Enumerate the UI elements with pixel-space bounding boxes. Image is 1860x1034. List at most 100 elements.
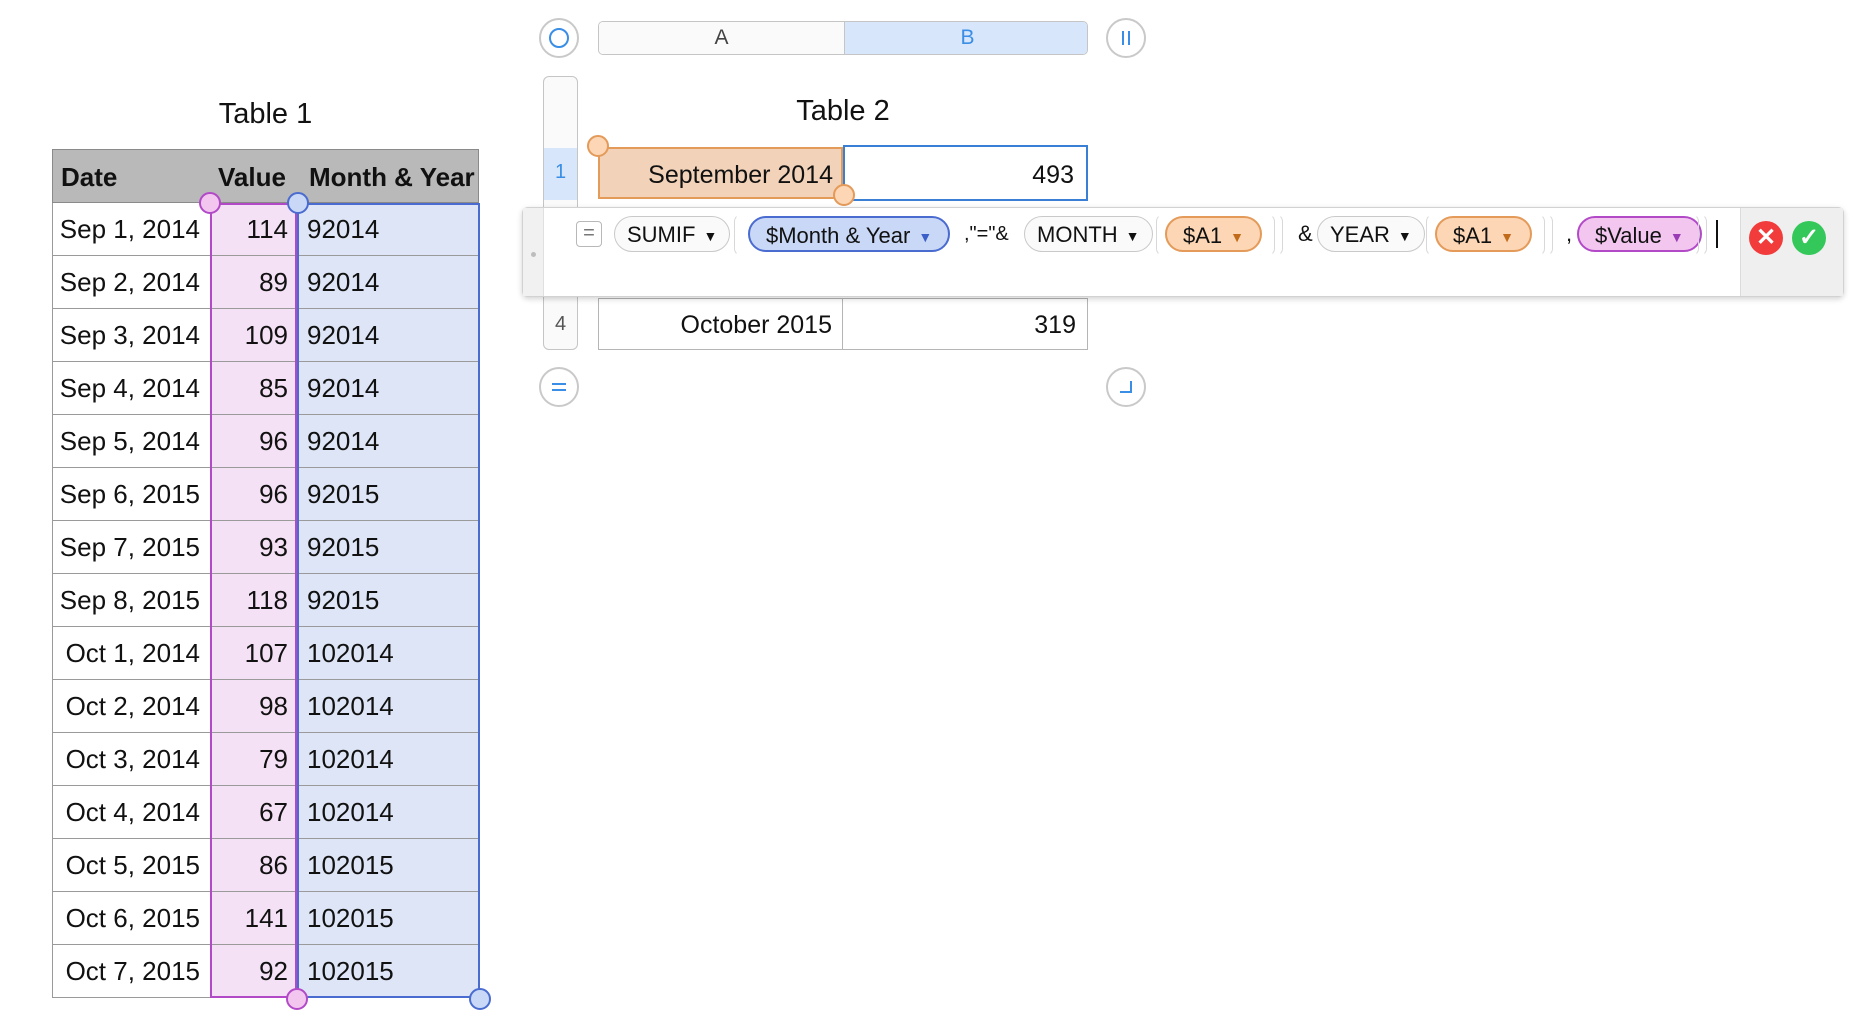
resize-icon[interactable]	[1106, 367, 1146, 407]
date-cell[interactable]: Oct 4, 2014	[52, 786, 210, 838]
formula-ref-month-year[interactable]: $Month & Year ▼	[748, 216, 951, 252]
month-year-cell[interactable]: 92015	[297, 468, 479, 520]
value-cell[interactable]: 96	[210, 415, 297, 467]
date-cell[interactable]: Sep 7, 2015	[52, 521, 210, 573]
header-date[interactable]: Date	[61, 162, 117, 193]
row-header-4[interactable]: 4	[544, 313, 577, 336]
header-month-year[interactable]: Month & Year	[309, 162, 475, 193]
accept-icon[interactable]: ✓	[1792, 221, 1826, 255]
table2-cell-b1[interactable]: 493	[843, 145, 1088, 201]
month-year-cell[interactable]: 92014	[297, 203, 479, 255]
sumif-label: SUMIF	[627, 222, 696, 247]
date-cell[interactable]: Oct 1, 2014	[52, 627, 210, 679]
date-cell[interactable]: Sep 6, 2015	[52, 468, 210, 520]
table2-cell-b4[interactable]: 319	[843, 298, 1088, 350]
month-year-ref-handle-top[interactable]	[287, 192, 309, 214]
arrow-down-icon: ▼	[703, 228, 718, 244]
column-header-bar: A B	[598, 21, 1088, 55]
cell-ref-handle-bottom[interactable]	[833, 184, 855, 206]
date-cell[interactable]: Sep 8, 2015	[52, 574, 210, 626]
month-year-cell[interactable]: 102014	[297, 786, 479, 838]
table-row: Sep 4, 2014 85 92014	[52, 362, 479, 415]
value-cell[interactable]: 93	[210, 521, 297, 573]
value-cell[interactable]: 86	[210, 839, 297, 891]
value-cell[interactable]: 118	[210, 574, 297, 626]
month-year-cell[interactable]: 102015	[297, 839, 479, 891]
formula-token-year[interactable]: YEAR ▼	[1317, 216, 1425, 252]
table-row: Sep 2, 2014 89 92014	[52, 256, 479, 309]
table2-cell-a4[interactable]: October 2015	[598, 298, 843, 350]
date-cell[interactable]: Sep 3, 2014	[52, 309, 210, 361]
value-cell[interactable]: 85	[210, 362, 297, 414]
cancel-icon[interactable]: ✕	[1749, 221, 1783, 255]
table-row: Sep 8, 2015 118 92015	[52, 574, 479, 627]
arrow-down-icon: ▼	[1125, 228, 1140, 244]
column-header-b[interactable]: B	[844, 22, 1087, 54]
formula-string-equals: ,"="&	[964, 223, 1009, 245]
table-select-icon[interactable]	[539, 18, 579, 58]
table-row: Sep 3, 2014 109 92014	[52, 309, 479, 362]
add-column-icon[interactable]	[1106, 18, 1146, 58]
month-year-cell[interactable]: 92015	[297, 574, 479, 626]
month-year-cell[interactable]: 102014	[297, 627, 479, 679]
value-cell[interactable]: 89	[210, 256, 297, 308]
value-ref-label: $Value	[1595, 223, 1662, 248]
date-cell[interactable]: Sep 2, 2014	[52, 256, 210, 308]
month-year-cell[interactable]: 102014	[297, 733, 479, 785]
month-year-cell[interactable]: 102015	[297, 892, 479, 944]
month-year-cell[interactable]: 102015	[297, 945, 479, 997]
value-cell[interactable]: 141	[210, 892, 297, 944]
value-ref-handle-bottom[interactable]	[286, 988, 308, 1010]
formula-equals-button[interactable]: =	[576, 221, 602, 247]
cell-ref-handle-top[interactable]	[587, 135, 609, 157]
text-cursor	[1716, 220, 1718, 248]
paren-close	[1268, 214, 1283, 256]
formula-token-month[interactable]: MONTH ▼	[1024, 216, 1153, 252]
table2-cell-a1[interactable]: September 2014	[598, 147, 843, 199]
column-header-a[interactable]: A	[599, 22, 844, 54]
header-value[interactable]: Value	[218, 162, 286, 193]
value-cell[interactable]: 107	[210, 627, 297, 679]
table-row: Oct 4, 2014 67 102014	[52, 786, 479, 839]
date-cell[interactable]: Sep 5, 2014	[52, 415, 210, 467]
formula-editor-drag-handle[interactable]	[523, 208, 544, 296]
month-year-cell[interactable]: 92015	[297, 521, 479, 573]
table2-title: Table 2	[796, 95, 890, 127]
a1-ref-label: $A1	[1183, 223, 1223, 248]
value-cell[interactable]: 114	[210, 203, 297, 255]
formula-ref-a1-month[interactable]: $A1 ▼	[1165, 216, 1263, 252]
table-row: Oct 7, 2015 92 102015	[52, 945, 479, 998]
date-cell[interactable]: Sep 4, 2014	[52, 362, 210, 414]
date-cell[interactable]: Sep 1, 2014	[52, 203, 210, 255]
date-cell[interactable]: Oct 3, 2014	[52, 733, 210, 785]
value-cell[interactable]: 96	[210, 468, 297, 520]
table-row: Sep 1, 2014 114 92014	[52, 203, 479, 256]
date-cell[interactable]: Oct 2, 2014	[52, 680, 210, 732]
value-cell[interactable]: 98	[210, 680, 297, 732]
month-year-cell[interactable]: 92014	[297, 256, 479, 308]
value-cell[interactable]: 109	[210, 309, 297, 361]
add-row-icon[interactable]	[539, 367, 579, 407]
row-header-1[interactable]: 1	[544, 161, 577, 184]
month-year-cell[interactable]: 102014	[297, 680, 479, 732]
month-label: MONTH	[1037, 222, 1118, 247]
formula-input[interactable]: = SUMIF ▼ $Month & Year ▼ ,"="& MONTH ▼ $A1…	[544, 208, 1740, 296]
formula-ref-a1-year[interactable]: $A1 ▼	[1435, 216, 1533, 252]
arrow-down-icon: ▼	[1500, 229, 1515, 245]
month-year-cell[interactable]: 92014	[297, 362, 479, 414]
paren-close	[1538, 214, 1553, 256]
date-cell[interactable]: Oct 7, 2015	[52, 945, 210, 997]
value-cell[interactable]: 92	[210, 945, 297, 997]
arrow-down-icon: ▼	[1230, 229, 1245, 245]
date-cell[interactable]: Oct 5, 2015	[52, 839, 210, 891]
value-cell[interactable]: 79	[210, 733, 297, 785]
value-ref-handle-top[interactable]	[199, 192, 221, 214]
month-year-cell[interactable]: 92014	[297, 415, 479, 467]
formula-token-sumif[interactable]: SUMIF ▼	[614, 216, 731, 252]
arrow-down-icon: ▼	[1397, 228, 1412, 244]
table-row: Oct 1, 2014 107 102014	[52, 627, 479, 680]
value-cell[interactable]: 67	[210, 786, 297, 838]
month-year-ref-handle-bottom[interactable]	[469, 988, 491, 1010]
date-cell[interactable]: Oct 6, 2015	[52, 892, 210, 944]
month-year-cell[interactable]: 92014	[297, 309, 479, 361]
